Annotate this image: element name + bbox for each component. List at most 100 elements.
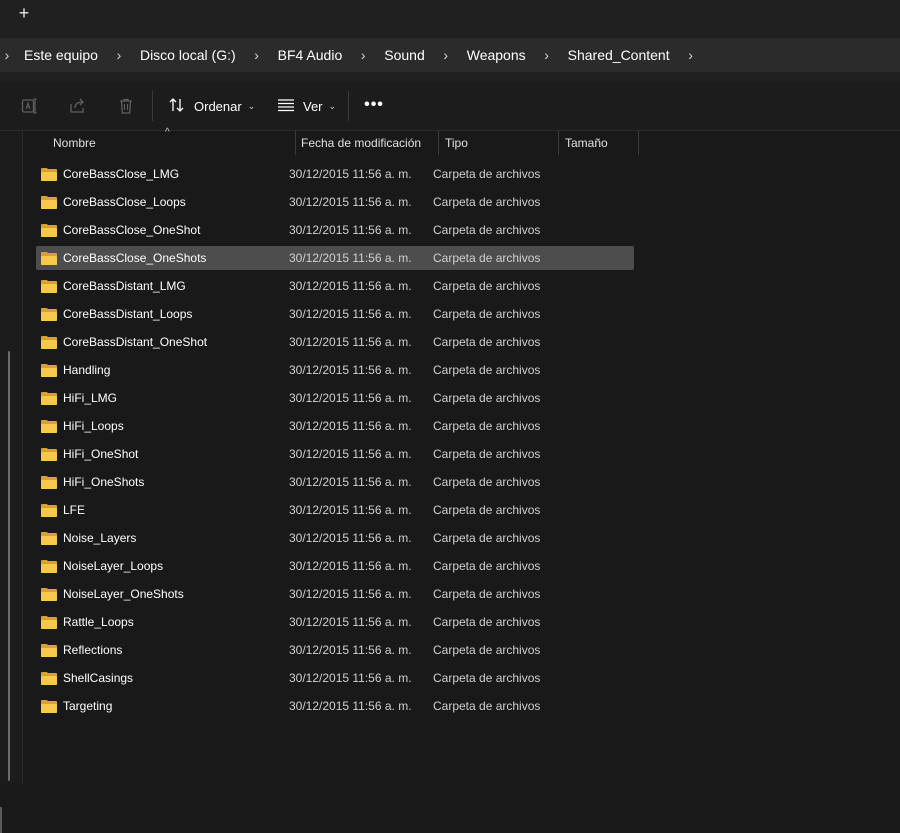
folder-icon [41,363,57,377]
file-row[interactable]: Noise_Layers 30/12/2015 11:56 a. m. Carpet… [36,526,634,550]
file-name-cell[interactable]: Noise_Layers [36,531,289,545]
file-row[interactable]: HiFi_OneShot 30/12/2015 11:56 a. m. Carpet… [36,442,634,466]
file-row[interactable]: Targeting 30/12/2015 11:56 a. m. Carpeta d… [36,694,634,718]
column-header-name[interactable]: Nombre [46,131,295,155]
file-name-cell[interactable]: HiFi_OneShots [36,475,289,489]
file-row[interactable]: Handling 30/12/2015 11:56 a. m. Carpeta de… [36,358,634,382]
file-row[interactable]: NoiseLayer_Loops 30/12/2015 11:56 a. m. Ca… [36,554,634,578]
folder-icon [41,503,57,517]
view-button[interactable]: Ver ⌄ [277,94,336,118]
file-row[interactable]: HiFi_LMG 30/12/2015 11:56 a. m. Carpeta de… [36,386,634,410]
chevron-right-icon[interactable]: › [240,47,274,63]
file-type: Carpeta de archivos [433,447,541,461]
file-name-cell[interactable]: Handling [36,363,289,377]
file-name: LFE [63,503,86,517]
share-icon[interactable] [66,94,90,118]
file-name-cell[interactable]: CoreBassClose_LMG [36,167,289,181]
file-name-cell[interactable]: CoreBassClose_OneShots [36,251,289,265]
sort-button[interactable]: Ordenar ⌄ [168,94,255,118]
breadcrumb-item[interactable]: Este equipo [20,47,102,63]
file-row[interactable]: CoreBassClose_OneShot 30/12/2015 11:56 a.… [36,218,634,242]
file-name-cell[interactable]: HiFi_OneShot [36,447,289,461]
file-name-cell[interactable]: NoiseLayer_Loops [36,559,289,573]
toolbar-separator [348,91,349,121]
file-name-cell[interactable]: HiFi_LMG [36,391,289,405]
rename-icon[interactable] [18,94,42,118]
file-modified-date: 30/12/2015 11:56 a. m. [289,363,412,377]
file-row[interactable]: CoreBassClose_Loops 30/12/2015 11:56 a. m… [36,190,634,214]
nav-scrollbar[interactable] [8,351,10,781]
file-list: ^ Nombre Fecha de modificación Tipo Tama… [23,127,900,784]
column-divider[interactable] [638,131,639,155]
file-name: Rattle_Loops [63,615,134,629]
file-modified-date: 30/12/2015 11:56 a. m. [289,503,412,517]
navigation-pane [0,131,23,833]
file-name: HiFi_LMG [63,391,118,405]
toolbar-separator [152,91,153,121]
file-row[interactable]: CoreBassDistant_Loops 30/12/2015 11:56 a.… [36,302,634,326]
file-row[interactable]: HiFi_Loops 30/12/2015 11:56 a. m. Carpeta … [36,414,634,438]
column-header-type[interactable]: Tipo [438,131,558,155]
file-row[interactable]: Rattle_Loops 30/12/2015 11:56 a. m. Carpet… [36,610,634,634]
new-tab-button[interactable]: + [12,2,36,24]
file-row[interactable]: CoreBassDistant_OneShot 30/12/2015 11:56 … [36,330,634,354]
breadcrumb-item[interactable]: Sound [380,47,428,63]
file-modified-date: 30/12/2015 11:56 a. m. [289,559,412,573]
file-type: Carpeta de archivos [433,167,541,181]
file-name-cell[interactable]: HiFi_Loops [36,419,289,433]
file-row[interactable]: CoreBassDistant_LMG 30/12/2015 11:56 a. m… [36,274,634,298]
file-name: CoreBassClose_OneShots [63,251,207,265]
file-name-cell[interactable]: NoiseLayer_OneShots [36,587,289,601]
file-type: Carpeta de archivos [433,223,541,237]
folder-icon [41,251,57,265]
file-type: Carpeta de archivos [433,391,541,405]
file-type: Carpeta de archivos [433,279,541,293]
file-row[interactable]: Reflections 30/12/2015 11:56 a. m. Carpeta… [36,638,634,662]
more-options-button[interactable]: ••• [362,92,386,118]
file-name-cell[interactable]: CoreBassDistant_LMG [36,279,289,293]
file-type: Carpeta de archivos [433,363,541,377]
file-row[interactable]: LFE 30/12/2015 11:56 a. m. Carpeta de arch… [36,498,634,522]
column-header-row: ^ Nombre Fecha de modificación Tipo Tama… [23,127,900,157]
breadcrumb[interactable]: › Este equipo › Disco local (G:) › BF4 Audio ›… [0,38,900,72]
chevron-right-icon[interactable]: › [530,47,564,63]
chevron-right-icon[interactable]: › [674,47,708,63]
file-modified-date: 30/12/2015 11:56 a. m. [289,615,412,629]
chevron-right-icon[interactable]: › [346,47,380,63]
column-header-size[interactable]: Tamaño [558,131,638,155]
file-name-cell[interactable]: CoreBassClose_Loops [36,195,289,209]
file-name-cell[interactable]: LFE [36,503,289,517]
column-header-modified[interactable]: Fecha de modificación [294,131,438,155]
folder-icon [41,559,57,573]
trash-icon[interactable] [114,94,138,118]
folder-icon [41,223,57,237]
file-row[interactable]: NoiseLayer_OneShots 30/12/2015 11:56 a. m… [36,582,634,606]
file-name-cell[interactable]: CoreBassDistant_Loops [36,307,289,321]
file-name-cell[interactable]: Rattle_Loops [36,615,289,629]
file-name-cell[interactable]: Reflections [36,643,289,657]
file-type: Carpeta de archivos [433,615,541,629]
breadcrumb-item[interactable]: BF4 Audio [274,47,347,63]
folder-icon [41,279,57,293]
breadcrumb-item[interactable]: Shared_Content [564,47,674,63]
file-name: NoiseLayer_Loops [63,559,164,573]
file-row[interactable]: ShellCasings 30/12/2015 11:56 a. m. Carpet… [36,666,634,690]
folder-icon [41,195,57,209]
breadcrumb-item[interactable]: Weapons [463,47,530,63]
file-name-cell[interactable]: CoreBassDistant_OneShot [36,335,289,349]
file-row[interactable]: HiFi_OneShots 30/12/2015 11:56 a. m. Carpe… [36,470,634,494]
folder-icon [41,643,57,657]
chevron-right-icon[interactable]: › [429,47,463,63]
file-row[interactable]: CoreBassClose_LMG 30/12/2015 11:56 a. m. C… [36,162,634,186]
file-name-cell[interactable]: Targeting [36,699,289,713]
file-name-cell[interactable]: ShellCasings [36,671,289,685]
address-bar-area: › Este equipo › Disco local (G:) › BF4 Audio ›… [0,28,900,82]
file-type: Carpeta de archivos [433,475,541,489]
file-name: Noise_Layers [63,531,137,545]
file-name-cell[interactable]: CoreBassClose_OneShot [36,223,289,237]
breadcrumb-item[interactable]: Disco local (G:) [136,47,240,63]
file-row[interactable]: CoreBassClose_OneShots 30/12/2015 11:56 a… [36,246,634,270]
chevron-right-icon[interactable]: › [102,47,136,63]
chevron-right-icon[interactable]: › [0,47,14,63]
folder-icon [41,587,57,601]
